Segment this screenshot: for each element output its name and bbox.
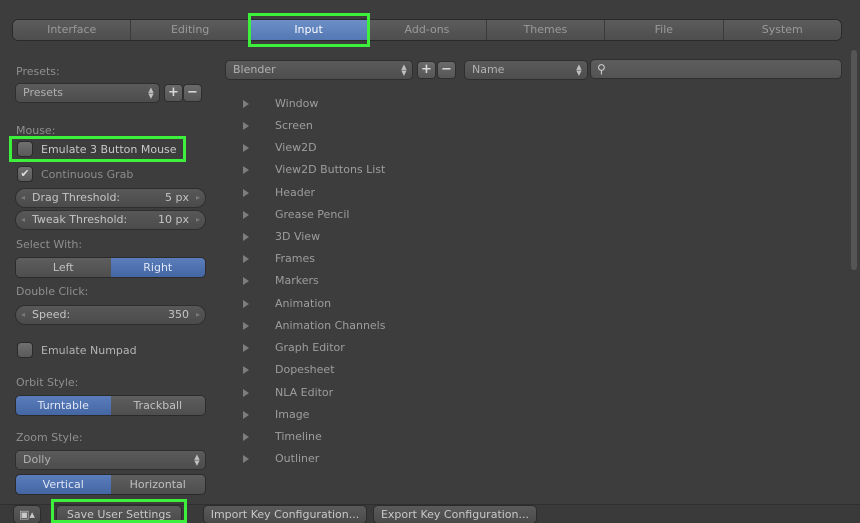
expand-arrow-icon bbox=[243, 389, 249, 397]
tab-themes[interactable]: Themes bbox=[486, 20, 606, 40]
increment-icon: ▸ bbox=[195, 310, 200, 319]
expand-arrow-icon bbox=[243, 433, 249, 441]
decrement-icon: ◂ bbox=[21, 215, 26, 224]
select-right-button[interactable]: Right bbox=[110, 258, 205, 277]
filter-type-value: Name bbox=[472, 63, 505, 76]
expand-arrow-icon bbox=[243, 211, 249, 219]
decrement-icon: ◂ bbox=[21, 310, 26, 319]
orbit-style-toggle: Turntable Trackball bbox=[16, 396, 205, 415]
emulate-3-button-label: Emulate 3 Button Mouse bbox=[41, 142, 177, 156]
drag-threshold-field[interactable]: ◂ Drag Threshold: 5 px ▸ bbox=[16, 189, 205, 207]
tweak-threshold-value: 10 px bbox=[158, 213, 189, 226]
decrement-icon: ◂ bbox=[21, 193, 26, 202]
zoom-vertical-button[interactable]: Vertical bbox=[16, 475, 111, 494]
select-left-button[interactable]: Left bbox=[16, 258, 111, 277]
speed-label: Speed: bbox=[32, 308, 71, 321]
emulate-numpad-label: Emulate Numpad bbox=[41, 343, 137, 357]
zoom-axis-toggle: Vertical Horizontal bbox=[16, 475, 205, 494]
filter-type-dropdown[interactable]: Name ▲ ▼ bbox=[465, 61, 587, 79]
import-keyconfig-button[interactable]: Import Key Configuration... bbox=[204, 506, 366, 523]
expand-arrow-icon bbox=[243, 300, 249, 308]
presets-value: Presets bbox=[23, 86, 64, 99]
updown-icon: ▲ ▼ bbox=[576, 63, 582, 77]
updown-icon: ▲ ▼ bbox=[401, 63, 407, 77]
emulate-numpad-checkbox[interactable]: Emulate Numpad bbox=[18, 342, 137, 358]
vertical-scrollbar[interactable] bbox=[851, 50, 857, 270]
expand-arrow-icon bbox=[243, 366, 249, 374]
editor-type-button[interactable]: ▣▴ bbox=[14, 506, 40, 523]
search-icon: ⚲ bbox=[597, 62, 606, 76]
keyconfig-value: Blender bbox=[233, 63, 276, 76]
expand-arrow-icon bbox=[243, 189, 249, 197]
remove-preset-button[interactable]: − bbox=[184, 85, 201, 101]
speed-value: 350 bbox=[168, 308, 189, 321]
increment-icon: ▸ bbox=[195, 193, 200, 202]
presets-dropdown[interactable]: Presets ▲ ▼ bbox=[16, 84, 159, 102]
editor-type-icon: ▣▴ bbox=[19, 508, 35, 521]
remove-keyconfig-button[interactable]: − bbox=[438, 62, 455, 78]
expand-arrow-icon bbox=[243, 411, 249, 419]
expand-arrow-icon bbox=[243, 233, 249, 241]
tab-interface[interactable]: Interface bbox=[13, 20, 132, 40]
filter-search-input[interactable]: ⚲ bbox=[591, 60, 841, 78]
preferences-tabs: Interface Editing Input Add-ons Themes F… bbox=[13, 20, 841, 40]
add-preset-button[interactable]: + bbox=[165, 85, 182, 101]
tab-input[interactable]: Input bbox=[249, 20, 369, 40]
zoom-horizontal-button[interactable]: Horizontal bbox=[110, 475, 205, 494]
expand-arrow-icon bbox=[243, 344, 249, 352]
continuous-grab-label: Continuous Grab bbox=[41, 167, 134, 181]
expand-arrow-icon bbox=[243, 322, 249, 330]
checkbox-icon bbox=[18, 142, 32, 156]
keyconfig-dropdown[interactable]: Blender ▲ ▼ bbox=[226, 61, 412, 79]
expand-arrow-icon bbox=[243, 255, 249, 263]
expand-arrow-icon bbox=[243, 144, 249, 152]
tweak-threshold-label: Tweak Threshold: bbox=[32, 213, 128, 226]
mouse-label: Mouse: bbox=[16, 124, 56, 137]
save-user-settings-button[interactable]: Save User Settings bbox=[57, 506, 181, 523]
export-keyconfig-button[interactable]: Export Key Configuration... bbox=[374, 506, 536, 523]
expand-arrow-icon bbox=[243, 122, 249, 130]
tab-system[interactable]: System bbox=[723, 20, 841, 40]
presets-label: Presets: bbox=[16, 65, 60, 78]
drag-threshold-label: Drag Threshold: bbox=[32, 191, 121, 204]
expand-arrow-icon bbox=[243, 455, 249, 463]
continuous-grab-checkbox[interactable]: ✔ Continuous Grab bbox=[18, 166, 133, 182]
orbit-turntable-button[interactable]: Turntable bbox=[16, 396, 111, 415]
updown-icon: ▲ ▼ bbox=[148, 86, 154, 100]
expand-arrow-icon bbox=[243, 100, 249, 108]
zoom-style-dropdown[interactable]: Dolly ▲ ▼ bbox=[16, 451, 205, 469]
tab-editing[interactable]: Editing bbox=[131, 20, 250, 40]
checkmark-icon: ✔ bbox=[18, 167, 32, 181]
orbit-trackball-button[interactable]: Trackball bbox=[110, 396, 205, 415]
zoom-style-value: Dolly bbox=[23, 453, 51, 466]
zoom-style-label: Zoom Style: bbox=[16, 431, 83, 444]
checkbox-icon bbox=[18, 343, 32, 357]
tab-addons[interactable]: Add-ons bbox=[368, 20, 487, 40]
double-click-speed-field[interactable]: ◂ Speed: 350 ▸ bbox=[16, 306, 205, 324]
tweak-threshold-field[interactable]: ◂ Tweak Threshold: 10 px ▸ bbox=[16, 211, 205, 229]
add-keyconfig-button[interactable]: + bbox=[418, 62, 435, 78]
expand-arrow-icon bbox=[243, 277, 249, 285]
select-with-label: Select With: bbox=[16, 238, 83, 251]
increment-icon: ▸ bbox=[195, 215, 200, 224]
select-with-toggle: Left Right bbox=[16, 258, 205, 277]
updown-icon: ▲ ▼ bbox=[194, 453, 200, 467]
drag-threshold-value: 5 px bbox=[165, 191, 189, 204]
orbit-style-label: Orbit Style: bbox=[16, 376, 79, 389]
tab-file[interactable]: File bbox=[605, 20, 724, 40]
expand-arrow-icon bbox=[243, 166, 249, 174]
emulate-3-button-checkbox[interactable]: Emulate 3 Button Mouse bbox=[18, 141, 177, 157]
double-click-label: Double Click: bbox=[16, 285, 89, 298]
